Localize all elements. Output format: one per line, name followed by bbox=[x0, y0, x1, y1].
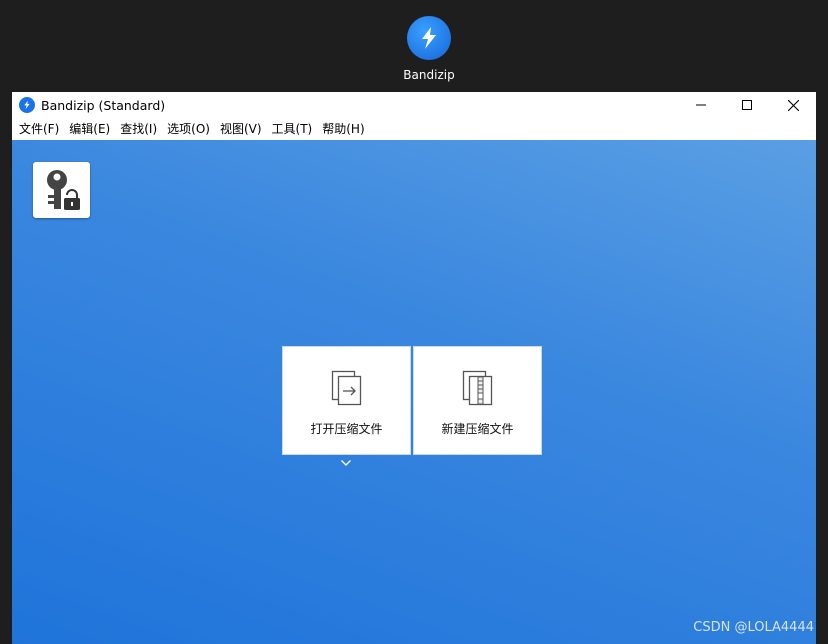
minimize-icon bbox=[696, 104, 706, 106]
password-manager-button[interactable] bbox=[33, 162, 90, 218]
desktop-shortcut-bandizip[interactable]: Bandizip bbox=[398, 14, 460, 82]
open-archive-icon bbox=[331, 370, 361, 406]
maximize-button[interactable] bbox=[724, 92, 770, 118]
menu-edit[interactable]: 编辑(E) bbox=[64, 118, 115, 140]
menu-options[interactable]: 选项(O) bbox=[162, 118, 215, 140]
close-button[interactable] bbox=[770, 92, 816, 118]
new-archive-button[interactable]: 新建压缩文件 bbox=[413, 346, 542, 455]
window-title: Bandizip (Standard) bbox=[41, 97, 166, 113]
new-archive-label: 新建压缩文件 bbox=[441, 422, 514, 436]
menu-bar: 文件(F) 编辑(E) 查找(I) 选项(O) 视图(V) 工具(T) 帮助(H… bbox=[12, 118, 816, 140]
key-lock-icon bbox=[46, 170, 80, 210]
menu-find[interactable]: 查找(I) bbox=[115, 118, 162, 140]
minimize-button[interactable] bbox=[678, 92, 724, 118]
menu-view[interactable]: 视图(V) bbox=[215, 118, 267, 140]
bandizip-window: Bandizip (Standard) 文件(F) 编辑(E) 查找(I) 选项… bbox=[12, 92, 816, 644]
chevron-down-icon[interactable] bbox=[340, 458, 352, 468]
menu-tools[interactable]: 工具(T) bbox=[267, 118, 318, 140]
open-archive-button[interactable]: 打开压缩文件 bbox=[282, 346, 411, 455]
new-archive-icon bbox=[462, 370, 492, 406]
menu-file[interactable]: 文件(F) bbox=[14, 118, 64, 140]
maximize-icon bbox=[742, 100, 752, 110]
app-icon[interactable] bbox=[19, 97, 35, 113]
watermark: CSDN @LOLA4444 bbox=[693, 620, 814, 635]
menu-help[interactable]: 帮助(H) bbox=[317, 118, 369, 140]
main-panel: 打开压缩文件 新建压缩文件 bbox=[12, 140, 816, 644]
bandizip-logo-icon bbox=[407, 16, 451, 60]
close-icon bbox=[787, 99, 799, 111]
desktop-shortcut-label: Bandizip bbox=[403, 68, 455, 82]
open-archive-label: 打开压缩文件 bbox=[310, 422, 383, 436]
title-bar[interactable]: Bandizip (Standard) bbox=[12, 92, 816, 118]
